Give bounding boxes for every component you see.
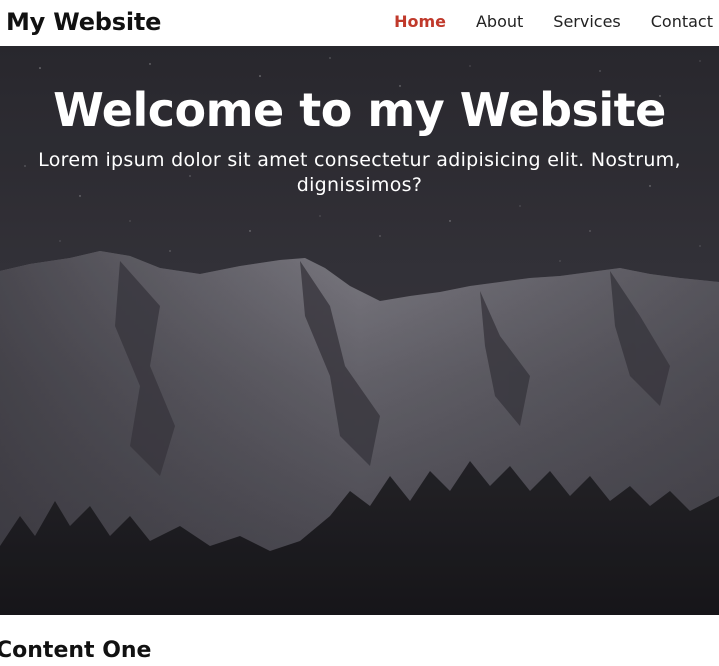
hero-text: Lorem ipsum dolor sit amet consectetur a… <box>38 149 681 196</box>
nav-links: Home About Services Contact <box>394 11 713 33</box>
section-title: Content One <box>0 638 152 663</box>
hero-content: Welcome to my Website Lorem ipsum dolor … <box>0 80 719 198</box>
nav-link-home[interactable]: Home <box>394 11 446 33</box>
hero-title: Welcome to my Website <box>53 83 666 137</box>
nav-link-contact[interactable]: Contact <box>651 11 713 33</box>
site-brand[interactable]: My Website <box>6 6 161 38</box>
nav-link-about[interactable]: About <box>476 11 523 33</box>
navbar: My Website Home About Services Contact <box>0 0 719 46</box>
hero-section: Welcome to my Website Lorem ipsum dolor … <box>0 46 719 615</box>
nav-link-services[interactable]: Services <box>553 11 620 33</box>
